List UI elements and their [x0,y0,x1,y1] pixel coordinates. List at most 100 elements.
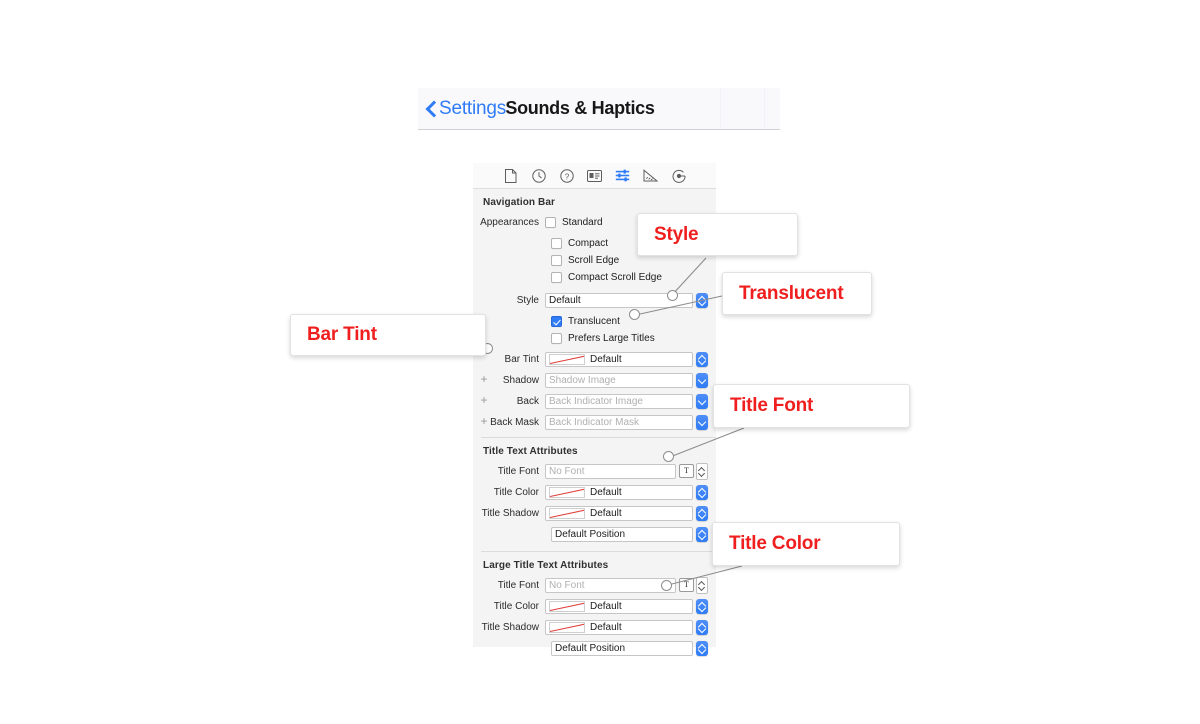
row-large-title-shadow-position: Default Position [473,640,716,656]
row-back: + Back Back Indicator Image [473,393,716,409]
title-shadow-popup-chevron-icon[interactable] [696,505,708,521]
shadow-image-chevron-icon[interactable] [696,372,708,388]
title-shadow-position-chevron-icon[interactable] [696,526,708,542]
title-shadow-position-field[interactable]: Default Position [551,526,693,542]
large-title-color-label: Title Color [493,600,539,612]
add-back-mask-plus-icon[interactable]: + [479,415,489,427]
row-bar-tint: Bar Tint Default [473,351,716,367]
checkbox-standard[interactable] [545,216,556,228]
large-title-shadow-field[interactable]: Default [545,619,693,635]
back-indicator-mask-field[interactable]: Back Indicator Mask [545,414,693,430]
connections-inspector-icon[interactable] [671,168,686,183]
callout-title-color-label: Title Color [729,533,821,554]
checkbox-prefers-large-titles-label: Prefers Large Titles [568,332,655,344]
title-color-popup-chevron-icon[interactable] [696,484,708,500]
row-shadow: + Shadow Shadow Image [473,372,716,388]
large-title-color-popup-chevron-icon[interactable] [696,598,708,614]
color-well-icon [549,600,585,612]
color-well-icon [549,621,585,633]
identity-inspector-icon[interactable] [587,168,602,183]
row-title-shadow-position: Default Position [473,526,716,542]
style-value: Default [549,294,581,306]
title-shadow-label: Title Shadow [481,507,539,519]
title-color-field[interactable]: Default [545,484,693,500]
callout-translucent-label: Translucent [739,282,844,304]
large-title-shadow-popup-chevron-icon[interactable] [696,619,708,635]
title-shadow-field[interactable]: Default [545,505,693,521]
row-appearance-compact-scroll-edge: Compact Scroll Edge [473,269,716,285]
large-title-shadow-position-field[interactable]: Default Position [551,640,693,656]
checkbox-standard-label: Standard [562,216,603,228]
section-heading-title-text-attributes: Title Text Attributes [483,446,578,457]
title-font-label: Title Font [497,465,539,477]
add-shadow-plus-icon[interactable]: + [479,373,489,385]
large-title-font-field[interactable]: No Font [545,577,676,593]
checkbox-scroll-edge[interactable] [551,254,562,266]
callout-title-color: Title Color [712,522,900,566]
row-translucent: Translucent [473,313,716,329]
bar-tint-popup-chevron-icon[interactable] [696,351,708,367]
row-prefers-large-titles: Prefers Large Titles [473,330,716,346]
color-well-icon [549,486,585,498]
large-title-color-field[interactable]: Default [545,598,693,614]
back-indicator-mask-placeholder: Back Indicator Mask [549,416,640,428]
shadow-image-field[interactable]: Shadow Image [545,372,693,388]
callout-bar-tint-label: Bar Tint [307,324,377,345]
title-font-field[interactable]: No Font [545,463,676,479]
inspector-body: Navigation Bar Appearances Standard Comp… [473,189,716,656]
large-title-shadow-position-chevron-icon[interactable] [696,640,708,656]
checkbox-compact-label: Compact [568,237,609,249]
font-picker-icon[interactable]: T [679,578,694,592]
font-picker-icon[interactable]: T [679,464,694,478]
row-style: Style Default [473,292,716,308]
bar-tint-color-field[interactable]: Default [545,351,693,367]
row-large-title-color: Title Color Default [473,598,716,614]
large-title-font-stepper[interactable] [696,576,708,594]
checkbox-compact-scroll-edge-label: Compact Scroll Edge [568,271,662,283]
callout-title-font: Title Font [713,384,910,428]
checkbox-scroll-edge-label: Scroll Edge [568,254,620,266]
row-title-shadow: Title Shadow Default [473,505,716,521]
checkbox-compact-scroll-edge[interactable] [551,271,562,283]
title-shadow-value: Default [590,507,622,519]
row-large-title-shadow: Title Shadow Default [473,619,716,635]
back-indicator-image-placeholder: Back Indicator Image [549,395,643,407]
callout-bar-tint: Bar Tint [290,314,486,356]
svg-text:?: ? [564,172,569,181]
back-indicator-mask-chevron-icon[interactable] [696,414,708,430]
screen-root: Settings Sounds & Haptics ? Navigation B… [0,0,1200,724]
inspector-toolbar: ? [473,163,716,189]
title-color-value: Default [590,486,622,498]
quick-help-inspector-icon[interactable]: ? [559,168,574,183]
history-inspector-icon[interactable] [531,168,546,183]
style-label: Style [516,294,539,306]
checkbox-translucent[interactable] [551,315,562,327]
style-popup-chevron-icon[interactable] [696,292,708,308]
back-indicator-image-chevron-icon[interactable] [696,393,708,409]
shadow-image-placeholder: Shadow Image [549,374,616,386]
navbar-title: Sounds & Haptics [505,98,655,118]
attributes-inspector-icon[interactable] [615,168,630,183]
title-font-stepper[interactable] [696,462,708,480]
bar-tint-value: Default [590,353,622,365]
checkbox-compact[interactable] [551,237,562,249]
row-title-font: Title Font No Font T [473,462,716,480]
checkbox-prefers-large-titles[interactable] [551,332,562,344]
callout-style: Style [637,213,798,256]
row-large-title-font: Title Font No Font T [473,576,716,594]
row-back-mask: + Back Mask Back Indicator Mask [473,414,716,430]
add-back-plus-icon[interactable]: + [479,394,489,406]
section-heading-navigation-bar: Navigation Bar [483,197,555,208]
ios-navigation-bar-preview: Settings Sounds & Haptics [418,88,780,130]
back-indicator-image-field[interactable]: Back Indicator Image [545,393,693,409]
callout-anchor-title-color [661,580,672,591]
size-inspector-icon[interactable] [643,168,658,183]
large-title-color-value: Default [590,600,622,612]
callout-anchor-style [667,290,678,301]
large-title-shadow-value: Default [590,621,622,633]
checkbox-translucent-label: Translucent [568,315,620,327]
large-title-shadow-label: Title Shadow [481,621,539,633]
file-inspector-icon[interactable] [503,168,518,183]
title-font-placeholder: No Font [549,465,585,477]
title-shadow-position-value: Default Position [555,528,626,540]
